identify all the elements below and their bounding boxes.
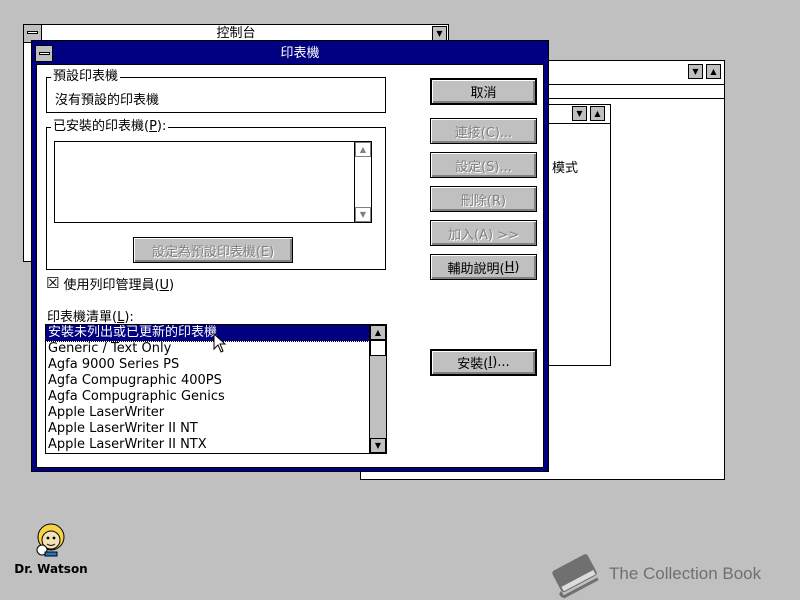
printers-dialog[interactable]: 印表機 預設印表機 沒有預設的印表機 已安裝的印表機(P): ▲ ▼ 設定為預設… [31, 40, 549, 472]
print-manager-label-key: U [159, 277, 170, 293]
install-button[interactable]: 安裝(I)... [430, 349, 537, 376]
dr-watson-desktop-icon[interactable]: Dr. Watson [10, 520, 92, 576]
printer-list-item[interactable]: Apple LaserWriter II NTX [46, 437, 369, 453]
control-panel-minimize-icon[interactable]: ▼ [432, 26, 447, 41]
set-default-printer-button[interactable]: 設定為預設印表機(E) [133, 237, 293, 263]
printer-list-item[interactable]: Apple LaserWriter II NT [46, 421, 369, 437]
back-window-maximize-icon[interactable]: ▲ [706, 64, 721, 79]
help-button-suffix: ) [514, 259, 520, 275]
printers-dialog-titlebar[interactable]: 印表機 [35, 44, 545, 63]
collection-book-watermark: The Collection Book [547, 548, 761, 600]
mouse-cursor-icon [213, 333, 227, 353]
installed-legend-suffix: ): [156, 119, 167, 134]
print-manager-checkbox-row[interactable]: ☒ 使用列印管理員(U) [46, 274, 174, 293]
printer-list-scroll-down-icon[interactable]: ▼ [370, 438, 386, 453]
printer-list-label-prefix: 印表機清單( [47, 310, 118, 325]
installed-printers-group: 已安裝的印表機(P): ▲ ▼ 設定為預設印表機(E) [46, 120, 386, 270]
print-manager-label: 使用列印管理員(U) [63, 274, 174, 293]
installed-legend-prefix: 已安裝的印表機( [53, 119, 150, 134]
installed-printers-legend: 已安裝的印表機(P): [51, 119, 169, 134]
help-button-prefix: 輔助說明( [447, 261, 505, 277]
installed-list-scrollbar[interactable]: ▲ ▼ [354, 142, 371, 222]
printer-list-item[interactable]: Agfa Compugraphic Genics [46, 389, 369, 405]
printer-list-label-suffix: ): [124, 310, 134, 325]
printer-list-items: 安裝未列出或已更新的印表機 Generic / Text Only Agfa 900… [46, 325, 370, 453]
installed-legend-key: P [149, 119, 157, 134]
install-button-prefix: 安裝( [457, 357, 489, 372]
child-minimize-icon[interactable]: ▼ [572, 106, 587, 121]
printer-list-item[interactable]: Apple LaserWriter [46, 405, 369, 421]
installed-printers-list[interactable]: ▲ ▼ [54, 141, 372, 223]
installed-list-scroll-down-icon[interactable]: ▼ [355, 207, 371, 222]
print-manager-label-prefix: 使用列印管理員( [63, 277, 160, 293]
printer-list-item[interactable]: 安裝未列出或已更新的印表機 [46, 325, 370, 342]
help-button-key: H [504, 259, 515, 275]
cancel-button[interactable]: 取消 [430, 78, 537, 105]
dr-watson-icon [36, 523, 65, 557]
book-logo-icon [552, 554, 599, 599]
print-manager-checkbox-icon[interactable]: ☒ [46, 275, 59, 291]
child-partial-label: 模式 [552, 161, 579, 176]
connect-button[interactable]: 連接(C)... [430, 118, 537, 144]
setup-button[interactable]: 設定(S)... [430, 152, 537, 178]
default-printer-group: 預設印表機 沒有預設的印表機 [46, 70, 386, 113]
print-manager-label-suffix: ) [169, 277, 175, 293]
printer-list-item[interactable]: Agfa 9000 Series PS [46, 357, 369, 373]
printer-list-label: 印表機清單(L): [47, 306, 134, 325]
watermark-text: The Collection Book [609, 564, 762, 583]
printer-list-scrollbar[interactable]: ▲ ▼ [369, 325, 386, 453]
back-window-minimize-icon[interactable]: ▼ [688, 64, 703, 79]
printers-dialog-title: 印表機 [280, 46, 320, 61]
printer-list-item[interactable]: Agfa Compugraphic 400PS [46, 373, 369, 389]
printers-dialog-system-menu-icon[interactable] [35, 45, 53, 62]
installed-list-scroll-up-icon[interactable]: ▲ [355, 142, 371, 157]
printer-list-item[interactable]: Generic / Text Only [46, 341, 369, 357]
dr-watson-label: Dr. Watson [14, 562, 88, 576]
default-printer-legend: 預設印表機 [51, 69, 121, 84]
child-divider [542, 123, 610, 124]
remove-button[interactable]: 刪除(R) [430, 186, 537, 212]
printers-dialog-client: 預設印表機 沒有預設的印表機 已安裝的印表機(P): ▲ ▼ 設定為預設印表機(… [36, 64, 544, 468]
child-maximize-icon[interactable]: ▲ [590, 106, 605, 121]
help-button[interactable]: 輔助說明(H) [430, 254, 537, 280]
back-child-window[interactable]: ▼ ▲ 模式 [541, 104, 611, 366]
install-button-suffix: )... [492, 355, 510, 370]
printer-list-scroll-thumb[interactable] [370, 340, 386, 356]
add-button[interactable]: 加入(A) >> [430, 220, 537, 246]
default-printer-value: 沒有預設的印表機 [55, 93, 160, 108]
printer-list-scroll-up-icon[interactable]: ▲ [370, 325, 386, 340]
